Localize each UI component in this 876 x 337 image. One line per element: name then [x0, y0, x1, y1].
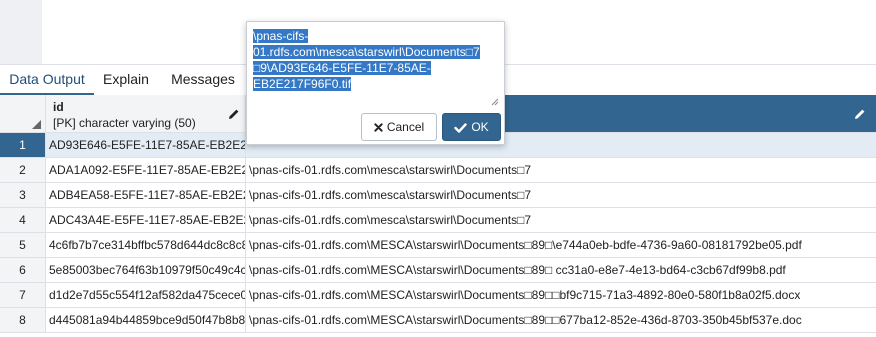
table-row[interactable]: 8 d445081a94b44859bce9d50f47b8b8b8 \pnas…: [0, 308, 876, 333]
path-cell[interactable]: \pnas-cifs-01.rdfs.com\mesca\starswirl\D…: [246, 183, 876, 208]
row-number[interactable]: 8: [0, 308, 46, 333]
row-number[interactable]: 3: [0, 183, 46, 208]
ok-label: OK: [471, 120, 489, 134]
column-name: id: [53, 100, 64, 114]
path-cell[interactable]: \pnas-cifs-01.rdfs.com\MESCA\starswirl\D…: [246, 308, 876, 333]
select-all-corner[interactable]: [0, 95, 46, 133]
table-row[interactable]: 6 5e85003bec764f63b10979f50c49c4c4 \pnas…: [0, 258, 876, 283]
row-number[interactable]: 2: [0, 158, 46, 183]
selected-text: EB2E217F96F0.tif: [253, 77, 352, 91]
selected-text: 01.rdfs.com\mesca\starswirl\Documents□7: [253, 45, 480, 59]
path-cell[interactable]: \pnas-cifs-01.rdfs.com\mesca\starswirl\D…: [246, 208, 876, 233]
path-cell[interactable]: \pnas-cifs-01.rdfs.com\mesca\starswirl\D…: [246, 158, 876, 183]
row-number[interactable]: 1: [0, 133, 46, 158]
row-number[interactable]: 7: [0, 283, 46, 308]
tab-data-output[interactable]: Data Output: [0, 65, 94, 95]
cancel-label: Cancel: [386, 120, 425, 134]
id-cell[interactable]: ADB4EA58-E5FE-11E7-85AE-EB2E217F96F0: [46, 183, 246, 208]
id-cell[interactable]: ADC43A4E-E5FE-11E7-85AE-EB2E217F96F0: [46, 208, 246, 233]
row-number[interactable]: 4: [0, 208, 46, 233]
id-cell[interactable]: 4c6fb7b7ce314bffbc578d644dc8c8c8: [46, 233, 246, 258]
path-cell[interactable]: \pnas-cifs-01.rdfs.com\MESCA\starswirl\D…: [246, 283, 876, 308]
resize-grip-icon[interactable]: [491, 98, 499, 106]
row-number[interactable]: 6: [0, 258, 46, 283]
x-icon: [374, 123, 383, 132]
id-cell[interactable]: 5e85003bec764f63b10979f50c49c4c4: [46, 258, 246, 283]
selected-text: \pnas-cifs-: [253, 29, 309, 43]
table-row[interactable]: 2 ADA1A092-E5FE-11E7-85AE-EB2E217F96F0 \…: [0, 158, 876, 183]
corner-triangle-icon: [32, 120, 41, 129]
id-cell[interactable]: d1d2e7d55c554f12af582da475cece0e: [46, 283, 246, 308]
row-number[interactable]: 5: [0, 233, 46, 258]
column-header-id[interactable]: id [PK] character varying (50): [46, 95, 246, 133]
cell-editor-textarea[interactable]: \pnas-cifs- 01.rdfs.com\mesca\starswirl\…: [253, 28, 501, 108]
ok-button[interactable]: OK: [442, 113, 501, 141]
query-tool: Data Output Explain Messages id [PK] cha…: [0, 0, 876, 337]
path-cell[interactable]: \pnas-cifs-01.rdfs.com\MESCA\starswirl\D…: [246, 233, 876, 258]
id-cell[interactable]: AD93E646-E5FE-11E7-85AE-EB2E217F96F0: [46, 133, 246, 158]
cancel-button[interactable]: Cancel: [361, 113, 437, 141]
tab-explain[interactable]: Explain: [94, 65, 158, 93]
table-row[interactable]: 3 ADB4EA58-E5FE-11E7-85AE-EB2E217F96F0 \…: [0, 183, 876, 208]
table-row[interactable]: 4 ADC43A4E-E5FE-11E7-85AE-EB2E217F96F0 \…: [0, 208, 876, 233]
tab-messages[interactable]: Messages: [158, 65, 248, 93]
pencil-icon[interactable]: [854, 108, 866, 120]
table-row[interactable]: 7 d1d2e7d55c554f12af582da475cece0e \pnas…: [0, 283, 876, 308]
cell-editor-popup: \pnas-cifs- 01.rdfs.com\mesca\starswirl\…: [246, 21, 505, 145]
column-type: [PK] character varying (50): [53, 116, 196, 130]
id-cell[interactable]: ADA1A092-E5FE-11E7-85AE-EB2E217F96F0: [46, 158, 246, 183]
line-number-gutter: [0, 0, 42, 64]
check-icon: [454, 123, 468, 133]
path-cell[interactable]: \pnas-cifs-01.rdfs.com\MESCA\starswirl\D…: [246, 258, 876, 283]
pencil-icon[interactable]: [228, 108, 240, 120]
table-row[interactable]: 5 4c6fb7b7ce314bffbc578d644dc8c8c8 \pnas…: [0, 233, 876, 258]
id-cell[interactable]: d445081a94b44859bce9d50f47b8b8b8: [46, 308, 246, 333]
selected-text: □9\AD93E646-E5FE-11E7-85AE-: [253, 61, 431, 75]
